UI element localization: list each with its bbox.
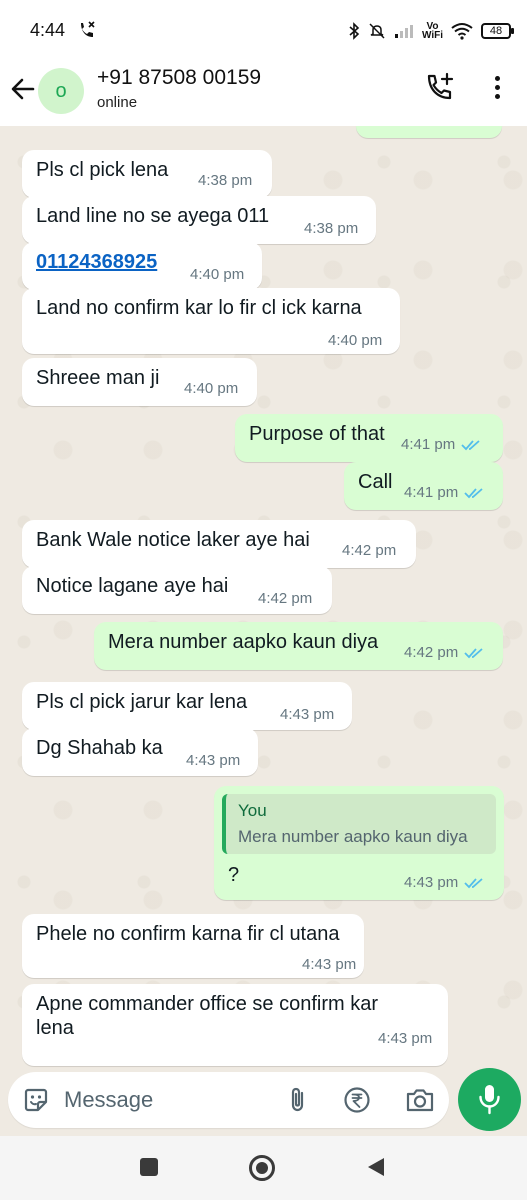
status-time: 4:44 [30, 20, 66, 40]
message-time: 4:42 pm [342, 542, 397, 559]
mic-icon [479, 1085, 500, 1115]
message-time: 4:40 pm [184, 380, 239, 397]
message-text: Pls cl pick jarur kar lena [36, 691, 248, 713]
contact-status: online [97, 94, 138, 111]
wifi-icon [451, 23, 473, 40]
quoted-author: You [238, 801, 267, 820]
message-text: Phele no confirm karna fir cl utana [36, 923, 340, 945]
message-text: Land line no se ayega 011 [36, 205, 270, 227]
message-text: Shreee man ji [36, 367, 160, 389]
voice-message-button[interactable] [458, 1068, 521, 1131]
message-text: Dg Shahab ka [36, 737, 163, 759]
message-bubble[interactable]: Call 4:41 pm [344, 462, 503, 510]
battery-icon: 48 [481, 23, 514, 39]
reply-message-bubble[interactable]: You Mera number aapko kaun diya ? 4:43 p… [214, 786, 504, 900]
status-bar: 4:44 Vo WiFi 48 [0, 0, 527, 58]
message-time: 4:38 pm [198, 172, 253, 189]
home-icon[interactable] [249, 1155, 275, 1181]
missed-call-icon [81, 21, 95, 37]
message-bubble[interactable]: Notice lagane aye hai 4:42 pm [22, 566, 332, 614]
bluetooth-icon [349, 22, 360, 40]
message-time: 4:40 pm [190, 266, 245, 283]
message-text: Land no confirm kar lo fir cl ick karna [36, 297, 362, 319]
message-bubble[interactable]: Apne commander office se confirm kar len… [22, 984, 448, 1066]
read-ticks-icon [464, 878, 483, 889]
message-bubble[interactable]: Mera number aapko kaun diya 4:42 pm [94, 622, 503, 670]
message-bubble-partial [356, 126, 502, 138]
vowifi-indicator: Vo WiFi [421, 21, 443, 41]
message-time: 4:42 pm [404, 644, 484, 661]
chat-header: o +91 87508 00159 online [0, 58, 527, 126]
message-text: Bank Wale notice laker aye hai [36, 529, 310, 551]
read-ticks-icon [464, 648, 483, 659]
system-navigation-bar [0, 1136, 527, 1200]
message-text: ? [228, 864, 240, 886]
quoted-message[interactable]: You Mera number aapko kaun diya [222, 794, 496, 854]
chat-area[interactable]: Pls cl pick lena 4:38 pm Land line no se… [0, 126, 527, 1070]
muted-vibrate-icon [369, 23, 385, 39]
read-ticks-icon [461, 440, 480, 451]
message-time: 4:43 pm [186, 752, 241, 769]
message-bubble[interactable]: Pls cl pick lena 4:38 pm [22, 150, 272, 198]
status-indicators: Vo WiFi 48 [348, 20, 514, 42]
back-arrow-icon[interactable] [10, 76, 36, 102]
message-bubble[interactable]: Land line no se ayega 011 4:38 pm [22, 196, 376, 244]
camera-icon[interactable] [405, 1086, 435, 1114]
message-bubble[interactable]: Purpose of that 4:41 pm [235, 414, 503, 462]
avatar[interactable]: o [38, 68, 84, 114]
message-text: Purpose of that [249, 423, 385, 445]
message-time: 4:40 pm [328, 332, 383, 349]
message-time: 4:43 pm [302, 956, 357, 973]
message-time: 4:43 pm [404, 874, 484, 891]
message-bubble[interactable]: Shreee man ji 4:40 pm [22, 358, 257, 406]
message-time: 4:41 pm [401, 436, 481, 453]
attach-icon[interactable] [286, 1086, 310, 1114]
message-bubble[interactable]: Phele no confirm karna fir cl utana 4:43… [22, 914, 364, 978]
message-compose-bar [8, 1072, 449, 1128]
message-text: Apne commander office se confirm kar [36, 993, 379, 1015]
add-call-icon[interactable] [425, 72, 455, 102]
message-text: Notice lagane aye hai [36, 575, 229, 597]
message-bubble[interactable]: Pls cl pick jarur kar lena 4:43 pm [22, 682, 352, 730]
message-bubble[interactable]: Bank Wale notice laker aye hai 4:42 pm [22, 520, 416, 568]
message-time: 4:43 pm [280, 706, 335, 723]
message-text: Pls cl pick lena [36, 159, 169, 181]
contact-name[interactable]: +91 87508 00159 [97, 66, 261, 90]
rupee-icon[interactable] [343, 1086, 371, 1114]
message-time: 4:38 pm [304, 220, 359, 237]
message-input[interactable] [64, 1080, 264, 1120]
sticker-icon[interactable] [22, 1086, 50, 1114]
nav-back-icon[interactable] [366, 1156, 386, 1178]
recents-icon[interactable] [140, 1158, 158, 1176]
message-text: Mera number aapko kaun diya [108, 631, 379, 653]
quoted-text: Mera number aapko kaun diya [238, 827, 468, 846]
message-text-line2: lena [36, 1017, 74, 1039]
message-text: Call [358, 471, 393, 493]
message-bubble[interactable]: Dg Shahab ka 4:43 pm [22, 728, 258, 776]
message-time: 4:43 pm [378, 1030, 433, 1047]
message-time: 4:41 pm [404, 484, 484, 501]
phone-link[interactable]: 01124368925 [36, 251, 157, 274]
signal-icon [394, 25, 413, 38]
message-bubble[interactable]: 01124368925 4:40 pm [22, 242, 262, 290]
more-options-icon[interactable] [490, 76, 504, 104]
message-time: 4:42 pm [258, 590, 313, 607]
read-ticks-icon [464, 488, 483, 499]
message-bubble[interactable]: Land no confirm kar lo fir cl ick karna … [22, 288, 400, 354]
